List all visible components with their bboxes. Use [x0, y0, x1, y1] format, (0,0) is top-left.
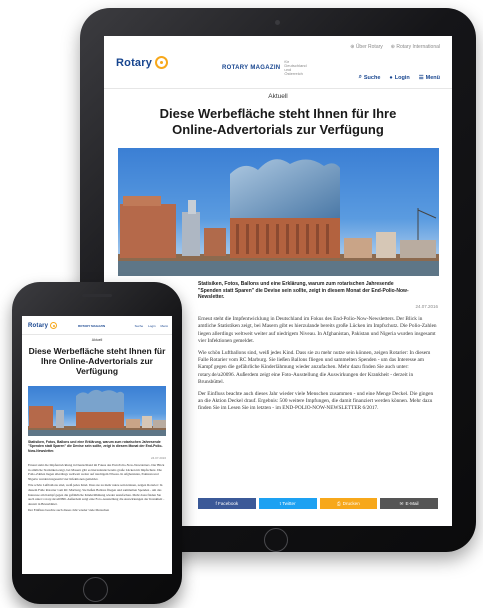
- user-icon: ●: [389, 74, 393, 81]
- article-body: Erneut steht die Impfentwicklung in Deut…: [198, 316, 438, 417]
- rotary-logo[interactable]: Rotary: [28, 322, 58, 329]
- phone-home-button: [83, 577, 108, 602]
- phone-speaker: [82, 294, 112, 297]
- main-nav: ⌕ Suche ● Login ☰ Menü: [359, 74, 440, 81]
- photo-caption: Statisiken, Fotos, Ballons und eine Erkl…: [198, 281, 409, 300]
- print-icon: ⎙: [336, 501, 341, 506]
- email-label: E-Mail: [405, 501, 419, 506]
- mail-icon: ✉: [399, 500, 404, 506]
- body-paragraph: Der Einfluss beachte auch dieses Jahr wi…: [198, 390, 434, 412]
- article-date: 24.07.2016: [415, 304, 438, 309]
- tablet-home-button: [264, 528, 288, 552]
- article-body: Erneut steht die Impfentwicklung in Deut…: [28, 463, 166, 515]
- photo-caption: Statisiken, Fotos, Ballons und eine Erkl…: [28, 440, 163, 453]
- print-button[interactable]: ⎙ Drucken: [319, 498, 378, 509]
- body-paragraph: Erneut steht die Impfentwicklung in Deut…: [28, 463, 165, 481]
- facebook-share-button[interactable]: f Facebook: [198, 498, 256, 509]
- email-share-button[interactable]: ✉ E-Mail: [380, 498, 438, 509]
- elbphilharmonie-photo: [118, 159, 439, 276]
- article-kicker: Aktuell: [91, 338, 103, 342]
- search-button[interactable]: Suche: [135, 324, 144, 328]
- header-divider: [104, 88, 452, 89]
- menu-button[interactable]: ☰ Menü: [419, 74, 440, 81]
- logo-text: Rotary: [116, 56, 153, 69]
- elbphilharmonie-photo: [28, 389, 166, 436]
- article-kicker: Aktuell: [268, 93, 288, 100]
- login-button[interactable]: ● Login: [389, 74, 409, 81]
- tablet-camera: [275, 20, 280, 25]
- logo-text: Rotary: [28, 322, 49, 329]
- main-nav: Suche Login Menü: [135, 324, 168, 328]
- login-button[interactable]: Login: [148, 324, 155, 328]
- facebook-share-label: f Facebook: [215, 501, 239, 506]
- about-rotary-link[interactable]: ⊕ Über Rotary: [350, 44, 383, 50]
- magazine-title[interactable]: ROTARY MAGAZIN: [78, 324, 105, 328]
- print-label: Drucken: [342, 501, 360, 506]
- magazine-subtitle: für Deutschland und Österreich: [284, 59, 307, 76]
- article-photo: [118, 148, 439, 276]
- top-links: ⊕ Über Rotary ⊕ Rotary International: [350, 44, 440, 50]
- magazine-brand[interactable]: ROTARY MAGAZIN für Deutschland und Öster…: [222, 59, 307, 76]
- body-paragraph: Erneut steht die Impfentwicklung in Deut…: [198, 316, 437, 345]
- hamburger-icon: ☰: [418, 74, 424, 81]
- menu-label: Menü: [425, 74, 440, 81]
- rotary-international-link[interactable]: ⊕ Rotary International: [391, 44, 440, 50]
- article-headline: Diese Werbefläche steht Ihnen für Ihre O…: [159, 106, 397, 137]
- login-label: Login: [394, 74, 410, 81]
- body-paragraph: Wie schön Luftballons sind, weiß jedes K…: [198, 349, 431, 386]
- search-label: Suche: [363, 74, 381, 81]
- phone-camera: [70, 293, 74, 297]
- body-paragraph: Der Einfluss beachte auch dieses Jahr wi…: [28, 508, 110, 513]
- rotary-wheel-icon: [155, 56, 169, 69]
- twitter-share-label: t Twitter: [279, 501, 296, 506]
- rotary-wheel-icon: [50, 322, 58, 329]
- body-paragraph: Wie schön Luftballons sind, weiß jedes K…: [28, 483, 165, 506]
- search-button[interactable]: ⌕ Suche: [359, 74, 381, 81]
- share-bar: f Facebook t Twitter ⎙ Drucken ✉ E-Mail: [198, 498, 438, 509]
- magazine-title: ROTARY MAGAZIN: [222, 65, 281, 71]
- article-headline: Diese Werbefläche steht Ihnen für Ihre O…: [28, 346, 166, 376]
- search-icon: ⌕: [358, 74, 362, 80]
- twitter-share-button[interactable]: t Twitter: [258, 498, 317, 509]
- menu-button[interactable]: Menü: [160, 324, 168, 328]
- article-photo: [28, 386, 166, 436]
- phone-device: Rotary ROTARY MAGAZIN Suche Login Menü A…: [12, 282, 182, 604]
- phone-screen: Rotary ROTARY MAGAZIN Suche Login Menü A…: [22, 316, 172, 574]
- article-date: 24.07.2016: [150, 456, 166, 460]
- rotary-logo[interactable]: Rotary: [116, 56, 169, 69]
- header-divider: [22, 334, 172, 335]
